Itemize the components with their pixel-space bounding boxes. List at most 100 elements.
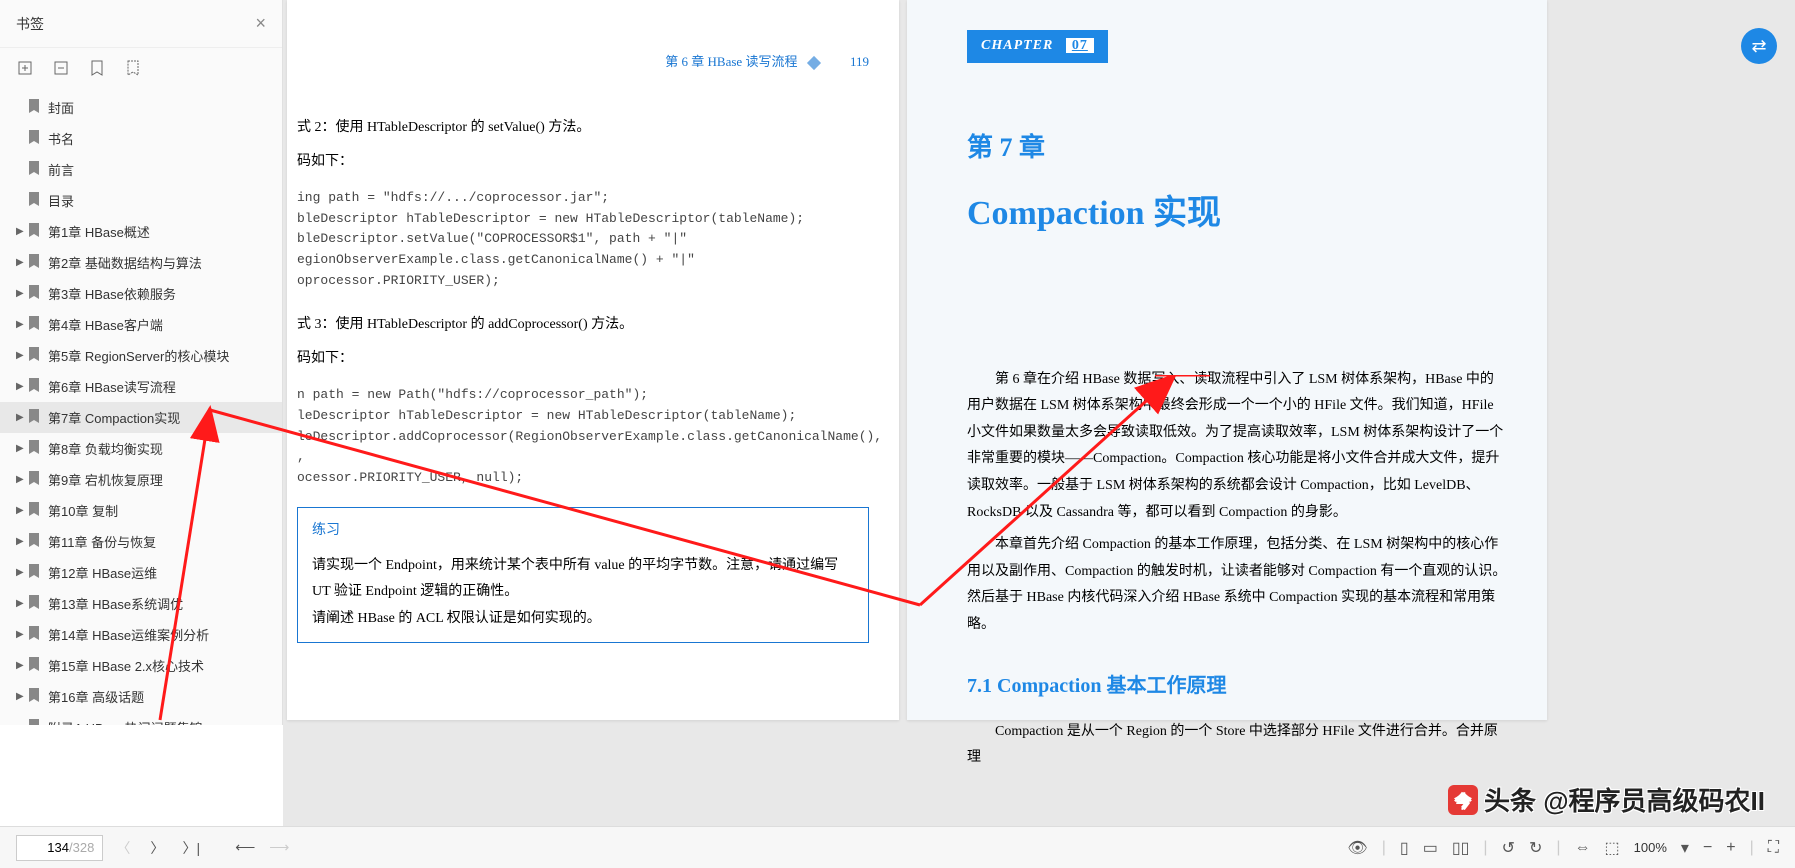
bookmark-label: 第2章 基础数据结构与算法 xyxy=(48,253,272,272)
chevron-right-icon[interactable]: ▶ xyxy=(16,536,28,547)
chapter-number: 07 xyxy=(1066,38,1094,53)
bookmark-item[interactable]: 前言 xyxy=(0,154,282,185)
bookmark-icon xyxy=(28,378,42,395)
bookmark-icon xyxy=(28,409,42,426)
next-page-button[interactable]: 〉 xyxy=(143,834,171,862)
watermark-logo-icon: 今 xyxy=(1448,785,1478,815)
chevron-right-icon[interactable]: ▶ xyxy=(16,350,28,361)
last-page-button[interactable]: 〉| xyxy=(177,834,205,862)
bookmark-icon xyxy=(28,99,42,116)
bookmark-item[interactable]: ▶ 第9章 宕机恢复原理 xyxy=(0,464,282,495)
chevron-right-icon[interactable]: ▶ xyxy=(16,598,28,609)
chevron-right-icon[interactable]: ▶ xyxy=(16,319,28,330)
rotate-cw-icon[interactable]: ↻ xyxy=(1529,838,1542,858)
bookmark-list[interactable]: 封面书名前言目录 ▶ 第1章 HBase概述 ▶ 第2章 基础数据结构与算法 ▶第3章 H… xyxy=(0,88,282,725)
bookmark-icon xyxy=(28,347,42,364)
bookmark-icon xyxy=(28,316,42,333)
bookmark-item[interactable]: ▶ 第2章 基础数据结构与算法 xyxy=(0,247,282,278)
code-block-2: n path = new Path("hdfs://coprocessor_pa… xyxy=(297,385,869,489)
expand-all-icon[interactable] xyxy=(16,59,34,77)
bookmark-item[interactable]: ▶第3章 HBase依赖服务 xyxy=(0,278,282,309)
chapter-running-head: 第 6 章 HBase 读写流程 xyxy=(665,54,797,69)
bookmark-label: 第11章 备份与恢复 xyxy=(48,532,272,551)
chevron-right-icon[interactable]: ▶ xyxy=(16,660,28,671)
bookmark-label: 第15章 HBase 2.x核心技术 xyxy=(48,656,272,675)
chevron-right-icon[interactable]: ▶ xyxy=(16,381,28,392)
bookmark-label: 第6章 HBase读写流程 xyxy=(48,377,272,396)
fullscreen-icon[interactable]: ⛶ xyxy=(1768,839,1779,857)
chevron-right-icon[interactable]: ▶ xyxy=(16,443,28,454)
bookmark-label: 第4章 HBase客户端 xyxy=(48,315,272,334)
bottom-toolbar: /328 〈 〉 〉| ⟵ ⟶ 👁 | ▯ ▭ ▯▯ | ↺ ↻ | ⇔ ⬚ 1… xyxy=(0,826,1795,868)
watermark: 今 头条 @程序员高级码农II xyxy=(1448,781,1765,818)
watermark-text: 头条 @程序员高级码农II xyxy=(1484,781,1765,818)
zoom-out-icon[interactable]: − xyxy=(1703,839,1712,857)
paragraph-1: 第 6 章在介绍 HBase 数据写入、读取流程中引入了 LSM 树体系架构，H… xyxy=(967,367,1507,527)
method-3-heading: 式 3：使用 HTableDescriptor 的 addCoprocessor… xyxy=(297,312,869,339)
nav-forward-button[interactable]: ⟶ xyxy=(265,834,293,862)
fit-page-icon[interactable]: ⬚ xyxy=(1605,838,1620,858)
bookmark-item[interactable]: 附录A HBase热门问题集锦 xyxy=(0,712,282,725)
bookmark-icon xyxy=(28,161,42,178)
bookmark-item[interactable]: ▶第7章 Compaction实现 xyxy=(0,402,282,433)
bookmark-icon xyxy=(28,657,42,674)
close-icon[interactable]: × xyxy=(255,13,266,34)
bookmark-item[interactable]: ▶ 第6章 HBase读写流程 xyxy=(0,371,282,402)
code-block-1: ing path = "hdfs://.../coprocessor.jar";… xyxy=(297,188,869,292)
zoom-dropdown-icon[interactable]: ▾ xyxy=(1681,838,1689,858)
exercise-line-2: 请阐述 HBase 的 ACL 权限认证是如何实现的。 xyxy=(312,606,854,633)
document-viewport[interactable]: 第 6 章 HBase 读写流程 119 式 2：使用 HTableDescri… xyxy=(283,0,1795,826)
page-number-input[interactable] xyxy=(25,840,69,855)
read-mode-icon[interactable]: 👁 xyxy=(1347,838,1367,858)
bookmark-icon xyxy=(28,533,42,550)
bookmark-item[interactable]: ▶第13章 HBase系统调优 xyxy=(0,588,282,619)
bookmark-label: 封面 xyxy=(48,98,272,117)
chevron-right-icon[interactable]: ▶ xyxy=(16,691,28,702)
method-3-sub: 码如下： xyxy=(297,346,869,373)
chevron-right-icon[interactable]: ▶ xyxy=(16,567,28,578)
bookmark-item[interactable]: ▶第10章 复制 xyxy=(0,495,282,526)
bookmark-item[interactable]: ▶第8章 负载均衡实现 xyxy=(0,433,282,464)
chevron-right-icon[interactable]: ▶ xyxy=(16,257,28,268)
nav-back-button[interactable]: ⟵ xyxy=(231,834,259,862)
collapse-all-icon[interactable] xyxy=(52,59,70,77)
bookmark-item[interactable]: ▶ 第15章 HBase 2.x核心技术 xyxy=(0,650,282,681)
bookmark-icon xyxy=(28,440,42,457)
bookmark-item[interactable]: 目录 xyxy=(0,185,282,216)
bookmark-label: 第1章 HBase概述 xyxy=(48,222,272,241)
bookmark-icon xyxy=(28,285,42,302)
bookmark-item[interactable]: ▶ 第11章 备份与恢复 xyxy=(0,526,282,557)
bookmark-icon[interactable] xyxy=(88,59,106,77)
bookmark-item[interactable]: ▶ 第4章 HBase客户端 xyxy=(0,309,282,340)
chevron-right-icon[interactable]: ▶ xyxy=(16,226,28,237)
single-page-icon[interactable]: ▯ xyxy=(1400,838,1409,858)
bookmark-item[interactable]: ▶第16章 高级话题 xyxy=(0,681,282,712)
zoom-level: 100% xyxy=(1634,840,1667,855)
bookmark-outline-icon[interactable] xyxy=(124,59,142,77)
fit-width-icon[interactable]: ⇔ xyxy=(1575,839,1591,857)
two-page-icon[interactable]: ▯▯ xyxy=(1452,838,1470,858)
page-right: CHAPTER 07 第 7 章 Compaction 实现 第 6 章在介绍 … xyxy=(907,0,1547,720)
rotate-ccw-icon[interactable]: ↺ xyxy=(1502,838,1515,858)
chevron-right-icon[interactable]: ▶ xyxy=(16,505,28,516)
chevron-right-icon[interactable]: ▶ xyxy=(16,474,28,485)
prev-page-button[interactable]: 〈 xyxy=(109,834,137,862)
assistant-floating-button[interactable]: ⇄ xyxy=(1741,28,1777,64)
bookmark-item[interactable]: ▶第14章 HBase运维案例分析 xyxy=(0,619,282,650)
bookmark-item[interactable]: ▶ 第1章 HBase概述 xyxy=(0,216,282,247)
bookmark-label: 第5章 RegionServer的核心模块 xyxy=(48,346,272,365)
continuous-icon[interactable]: ▭ xyxy=(1423,838,1438,858)
zoom-in-icon[interactable]: + xyxy=(1726,839,1735,857)
bookmark-item[interactable]: 书名 xyxy=(0,123,282,154)
chevron-right-icon[interactable]: ▶ xyxy=(16,412,28,423)
bookmark-item[interactable]: ▶ 第5章 RegionServer的核心模块 xyxy=(0,340,282,371)
bookmark-label: 第9章 宕机恢复原理 xyxy=(48,470,272,489)
chapter-subtitle: Compaction 实现 xyxy=(967,182,1507,247)
bookmark-icon xyxy=(28,564,42,581)
chevron-right-icon[interactable]: ▶ xyxy=(16,288,28,299)
bookmark-icon xyxy=(28,130,42,147)
bookmark-item[interactable]: 封面 xyxy=(0,92,282,123)
bookmark-item[interactable]: ▶第12章 HBase运维 xyxy=(0,557,282,588)
chevron-right-icon[interactable]: ▶ xyxy=(16,629,28,640)
page-number: 119 xyxy=(850,54,869,69)
